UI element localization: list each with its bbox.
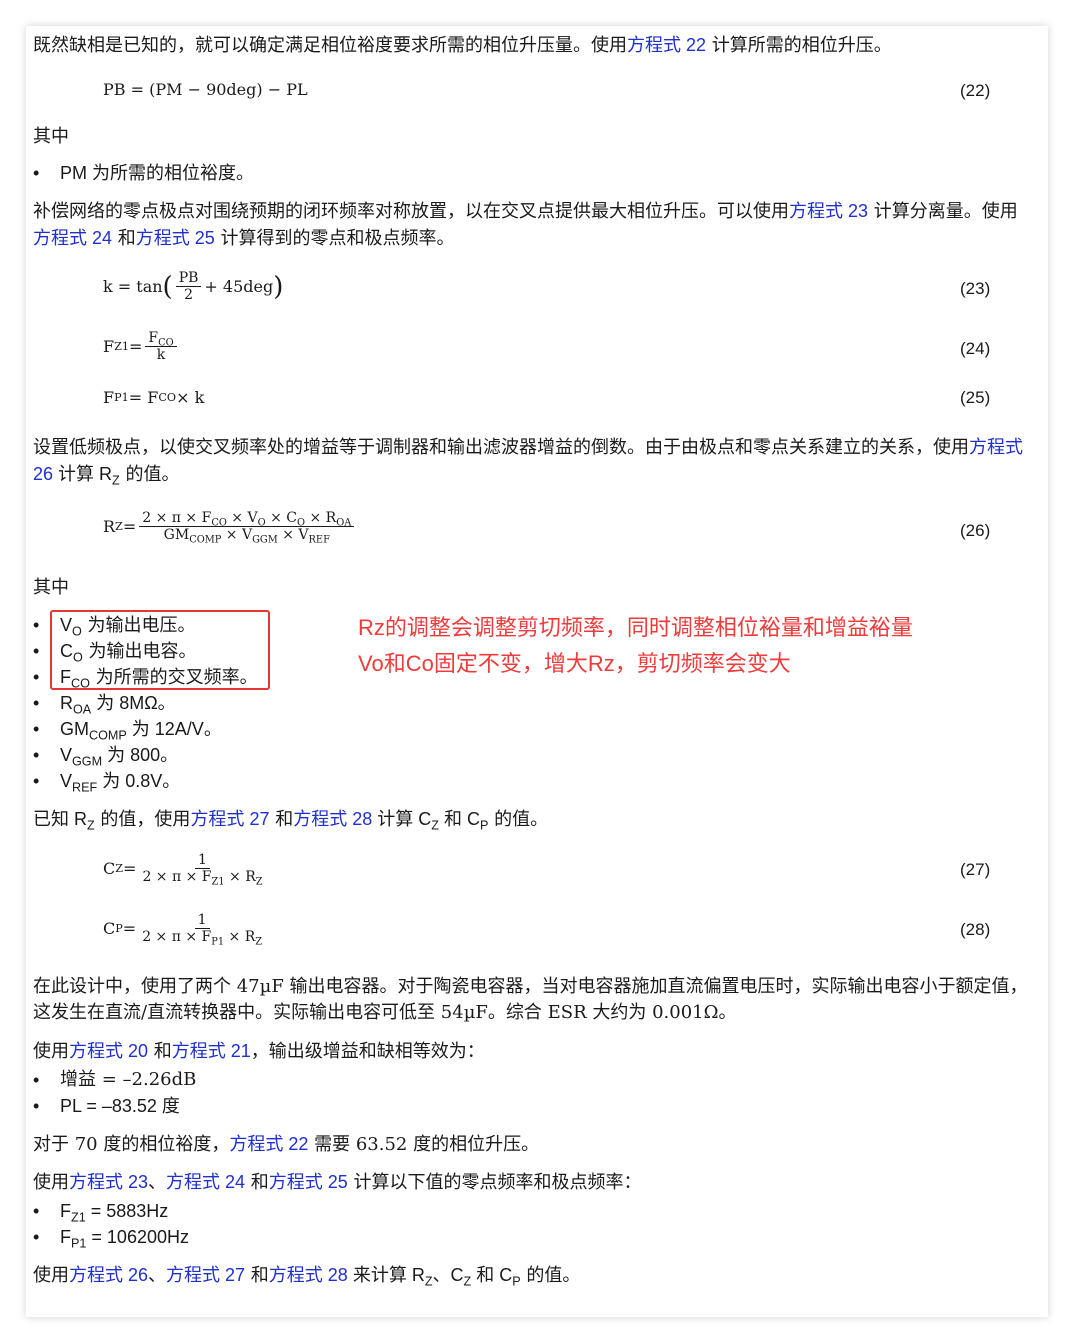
equation-link[interactable]: 方程式 21 — [172, 1041, 251, 1061]
paragraph-design-capacitors: 在此设计中，使用了两个 47µF 输出电容器。对于陶瓷电容器，当对电容器施加直流… — [33, 976, 1028, 1023]
where-label: 其中 — [33, 577, 69, 598]
paragraph-compensation: 补偿网络的零点极点对围绕预期的闭环频率对称放置，以在交叉点提供最大相位升压。可以… — [33, 201, 1018, 249]
equation-number: (24) — [960, 339, 991, 358]
equation-24: F Z1 = FCO k — [103, 330, 180, 363]
bullet-icon: • — [33, 163, 40, 183]
equation-link[interactable]: 方程式 27 — [190, 809, 269, 829]
equation-26: RZ = 2 × π × FCO × VO × CO × ROA GMCOMP … — [103, 510, 357, 545]
equation-number: (22) — [960, 81, 991, 100]
equation-number: (27) — [960, 860, 991, 879]
equation-23: k = tan(PB 2 + 45deg) — [103, 270, 284, 303]
paragraph-final-calc: 使用方程式 26、方程式 27 和方程式 28 来计算 RZ、CZ 和 CP 的… — [33, 1265, 581, 1289]
bullet-icon: • — [33, 615, 40, 635]
equation-link[interactable]: 方程式 23 — [69, 1172, 148, 1192]
bullet-icon: • — [33, 641, 40, 661]
equation-link[interactable]: 方程式 22 — [229, 1134, 308, 1154]
paragraph-cz-cp: 已知 RZ 的值，使用方程式 27 和方程式 28 计算 CZ 和 CP 的值。 — [33, 809, 549, 833]
equation-25: F P1 = F CO × k — [103, 388, 205, 407]
equation-number: (28) — [960, 920, 991, 939]
equation-link[interactable]: 方程式 28 — [269, 1265, 348, 1285]
bullet-icon: • — [33, 771, 40, 791]
equation-link[interactable]: 方程式 28 — [293, 809, 372, 829]
where-label: 其中 — [33, 126, 69, 147]
bullet-icon: • — [33, 667, 40, 687]
equation-link[interactable]: 方程式 20 — [69, 1041, 148, 1061]
equation-link[interactable]: 方程式 25 — [269, 1172, 348, 1192]
equation-number: (26) — [960, 521, 991, 540]
bullet-icon: • — [33, 1070, 40, 1090]
bullet-icon: • — [33, 693, 40, 713]
bullet-icon: • — [33, 1227, 40, 1247]
equation-27: CZ = 12 × π × FZ1 × RZ — [103, 852, 263, 888]
equation-link[interactable]: 方程式 23 — [789, 201, 868, 221]
equation-28: CP = 12 × π × FP1 × RZ — [103, 912, 263, 948]
paragraph-phase-boost: 既然缺相是已知的，就可以确定满足相位裕度要求所需的相位升压量。使用方程式 22 … — [33, 35, 892, 56]
equation-link[interactable]: 方程式 24 — [166, 1172, 245, 1192]
equation-link[interactable]: 方程式 22 — [627, 35, 706, 55]
paragraph-output-stage: 使用方程式 20 和方程式 21，输出级增益和缺相等效为： — [33, 1041, 485, 1062]
equation-22: PB = (PM − 90deg) − PL — [103, 80, 308, 99]
equation-link[interactable]: 方程式 26 — [69, 1265, 148, 1285]
bullet-icon: • — [33, 1201, 40, 1221]
paragraph-low-freq-pole: 设置低频极点，以使交叉频率处的增益等于调制器和输出滤波器增益的倒数。由于由极点和… — [33, 437, 1023, 488]
annotation-line-2: Vo和Co固定不变，增大Rz，剪切频率会变大 — [358, 651, 791, 676]
highlight-box — [50, 610, 270, 690]
equation-number: (23) — [960, 279, 991, 298]
equation-link[interactable]: 方程式 27 — [166, 1265, 245, 1285]
equation-number: (25) — [960, 388, 991, 407]
paragraph-phase-margin: 对于 70 度的相位裕度，方程式 22 需要 63.52 度的相位升压。 — [33, 1134, 540, 1155]
bullet-icon: • — [33, 719, 40, 739]
annotation-line-1: Rz的调整会调整剪切频率，同时调整相位裕量和增益裕量 — [358, 615, 913, 640]
bullet-icon: • — [33, 745, 40, 765]
bullet-icon: • — [33, 1096, 40, 1116]
paragraph-zero-pole-freq: 使用方程式 23、方程式 24 和方程式 25 计算以下值的零点频率和极点频率： — [33, 1172, 642, 1193]
equation-link[interactable]: 方程式 24 — [33, 228, 112, 248]
equation-link[interactable]: 方程式 25 — [136, 228, 215, 248]
